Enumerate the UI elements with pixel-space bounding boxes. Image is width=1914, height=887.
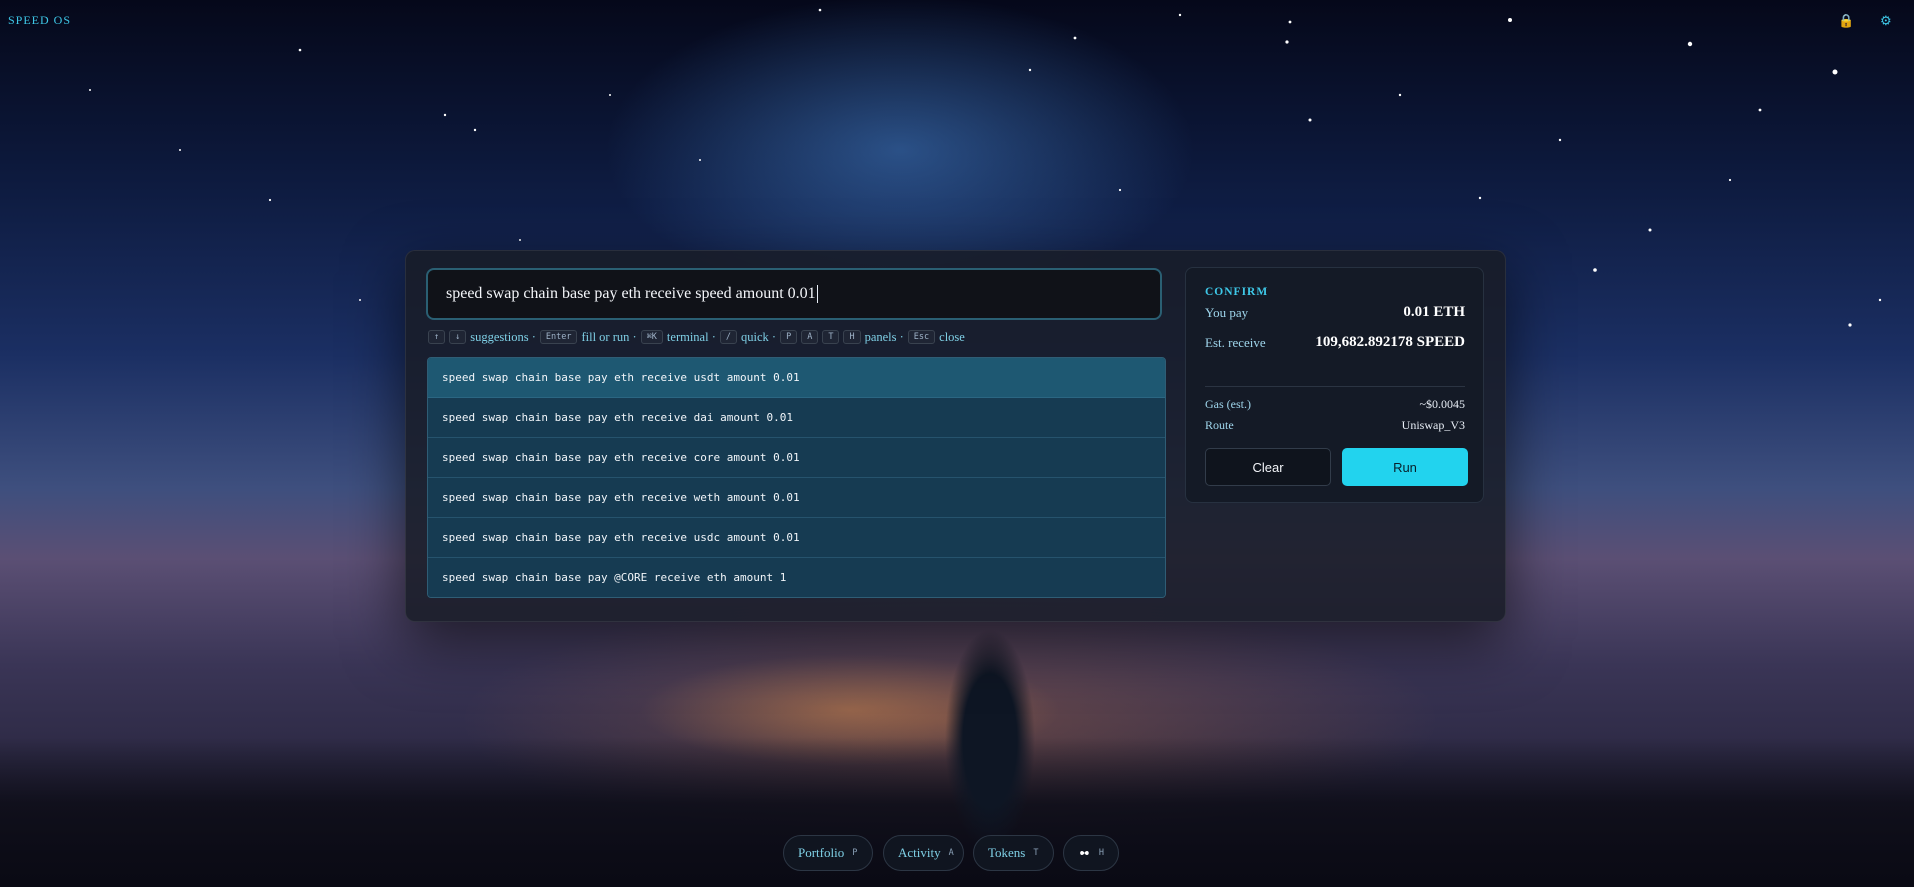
hint-fill-or-run: fill or run · [581,329,637,344]
est-receive-value: 109,682.892178 SPEED [1315,334,1465,350]
you-pay-label: You pay [1205,304,1249,320]
dock-activity-key: A [948,848,954,858]
suggestion-item[interactable]: speed swap chain base pay eth receive we… [428,478,1165,518]
enter-key: Enter [539,330,578,344]
a-key: A [801,330,819,344]
dock-activity-label: Activity [898,845,941,860]
dock-tokens-key: T [1033,848,1039,858]
up-key: ↑ [428,330,446,344]
command-input[interactable]: speed swap chain base pay eth receive sp… [426,268,1162,320]
text-caret [816,285,818,303]
route-label: Route [1205,418,1234,432]
confirm-title: CONFIRM [1205,286,1269,298]
dock-activity-button[interactable]: Activity A [883,835,964,871]
h-key: H [843,330,861,344]
t-key: T [822,330,840,344]
command-input-value: speed swap chain base pay eth receive sp… [446,285,816,302]
you-pay-value: 0.01 ETH [1403,304,1465,320]
hiker-silhouette [935,620,1045,860]
est-receive-row: Est. receive 109,682.892178 SPEED [1205,334,1465,351]
clear-button[interactable]: Clear [1205,448,1331,486]
hint-terminal: terminal · [666,329,716,344]
dock-portfolio-button[interactable]: Portfolio P [783,835,873,871]
gas-label: Gas (est.) [1205,397,1251,411]
suggestion-item[interactable]: speed swap chain base pay eth receive us… [428,358,1165,398]
dock-tokens-label: Tokens [988,845,1026,860]
you-pay-row: You pay 0.01 ETH [1205,304,1465,321]
gas-row: Gas (est.) ~$0.0045 [1205,397,1465,412]
quick-key: / [719,330,737,344]
gear-icon[interactable]: ⚙ [1880,13,1892,29]
p-key: P [780,330,798,344]
esc-key: Esc [907,330,936,344]
est-receive-label: Est. receive [1205,334,1266,350]
dock-portfolio-label: Portfolio [798,845,845,860]
run-button[interactable]: Run [1342,448,1468,486]
hint-panels: panels · [864,329,904,344]
down-key: ↓ [449,330,467,344]
app-brand: SPEED OS [8,13,72,27]
suggestion-item[interactable]: speed swap chain base pay eth receive co… [428,438,1165,478]
keyboard-hints: ↑ ↓ suggestions · Enter fill or run · ⌘K… [428,327,969,347]
suggestion-item[interactable]: speed swap chain base pay eth receive da… [428,398,1165,438]
dock-history-button[interactable]: H [1063,835,1119,871]
dock-history-key: H [1098,848,1104,858]
confirm-card: CONFIRM You pay 0.01 ETH Est. receive 10… [1185,267,1484,503]
dock-portfolio-key: P [852,848,858,858]
gas-value: ~$0.0045 [1419,397,1466,411]
hint-close: close [939,329,965,344]
hint-suggestions: suggestions · [470,329,536,344]
suggestion-item[interactable]: speed swap chain base pay @CORE receive … [428,558,1165,597]
command-palette: speed swap chain base pay eth receive sp… [405,250,1506,622]
confirm-divider [1205,386,1465,387]
infinity-icon [1080,850,1089,856]
hint-quick: quick · [741,329,777,344]
suggestion-item[interactable]: speed swap chain base pay eth receive us… [428,518,1165,558]
route-value: Uniswap_V3 [1401,418,1465,432]
route-row: Route Uniswap_V3 [1205,418,1465,433]
suggestion-list: speed swap chain base pay eth receive us… [427,357,1166,598]
lock-icon[interactable]: 🔒 [1838,13,1854,29]
dock-tokens-button[interactable]: Tokens T [973,835,1054,871]
terminal-key: ⌘K [640,330,663,344]
